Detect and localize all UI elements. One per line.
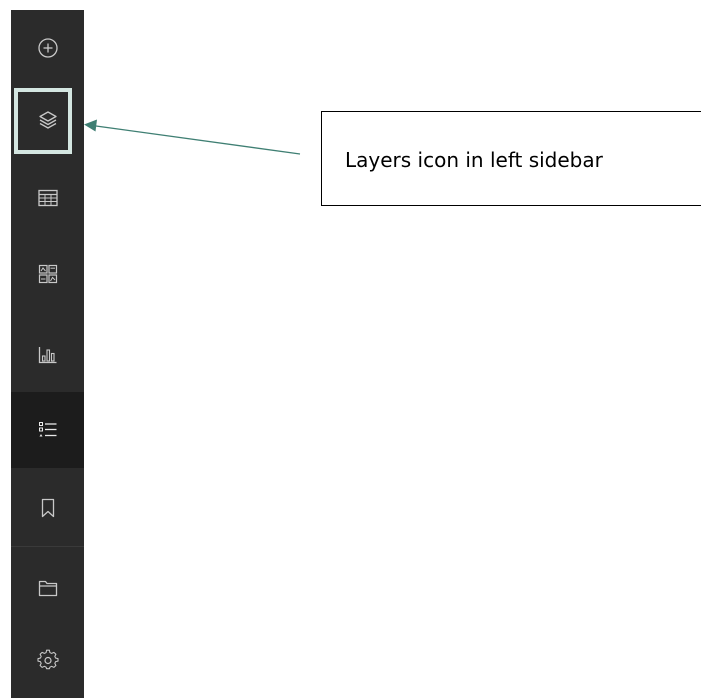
sidebar-item-table[interactable] bbox=[11, 170, 84, 226]
bookmark-icon bbox=[41, 498, 54, 518]
add-circle-icon bbox=[37, 38, 58, 58]
sidebar-item-widgets[interactable] bbox=[11, 246, 84, 302]
screenshot-page: Layers icon in left sidebar bbox=[0, 0, 701, 698]
layers-icon bbox=[38, 111, 57, 129]
sidebar-item-settings[interactable] bbox=[11, 632, 84, 688]
folder-icon bbox=[38, 580, 57, 597]
sidebar-divider bbox=[11, 546, 84, 547]
sidebar-item-charts[interactable] bbox=[11, 326, 84, 382]
callout-text: Layers icon in left sidebar bbox=[345, 147, 603, 172]
sidebar-item-add[interactable] bbox=[11, 20, 84, 76]
legend-list-icon bbox=[38, 422, 56, 437]
bar-chart-icon bbox=[38, 347, 56, 364]
settings-gear-icon bbox=[36, 649, 59, 670]
table-icon bbox=[37, 189, 58, 207]
sidebar-item-bookmarks[interactable] bbox=[11, 470, 84, 546]
left-sidebar bbox=[11, 10, 84, 698]
sidebar-item-files[interactable] bbox=[11, 560, 84, 616]
annotation-arrow bbox=[84, 119, 301, 155]
widgets-grid-icon bbox=[38, 264, 57, 284]
sidebar-item-legend[interactable] bbox=[11, 392, 84, 468]
sidebar-item-layers[interactable] bbox=[11, 92, 84, 148]
annotation-callout: Layers icon in left sidebar bbox=[321, 111, 701, 206]
